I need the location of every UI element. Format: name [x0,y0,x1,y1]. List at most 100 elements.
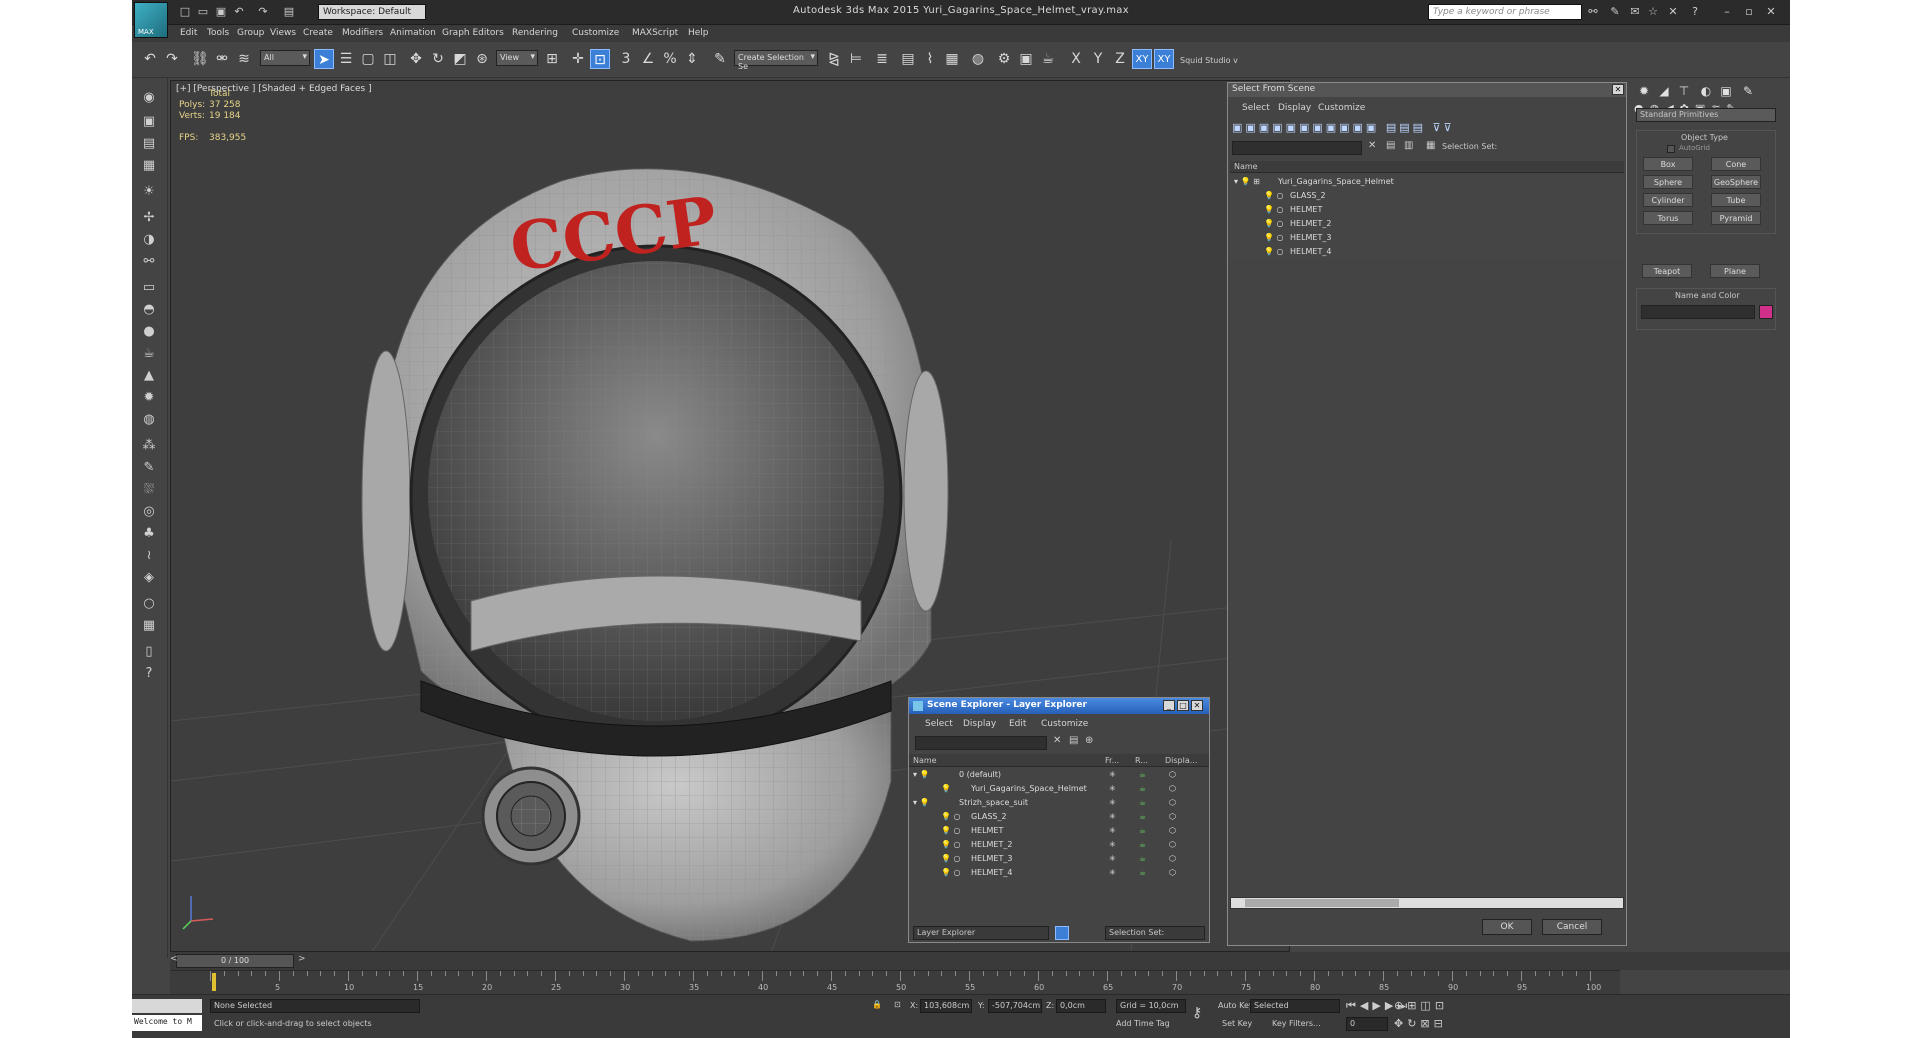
track-bar[interactable]: 5 10 15 20 25 30 35 40 45 50 55 60 65 70 75 80 85 90 95 100 [170,970,1620,994]
sun-light-icon[interactable]: ✹ [139,388,159,408]
maximize-icon[interactable]: ▫ [1742,5,1756,19]
axis-xy-cycle-button[interactable]: XY [1154,49,1174,69]
list-item[interactable]: 💡 ○ GLASS_2 ✳ ☕ ⬡ [909,810,1209,824]
teapot-button[interactable]: Teapot [1642,264,1692,278]
list-item[interactable]: 💡 ○ GLASS_2 [1230,189,1624,203]
le-menu-display[interactable]: Display [963,719,996,729]
render-setup-icon[interactable]: ⚙ [994,49,1014,69]
keyboard-shortcut-override-icon[interactable]: ⊡ [590,49,610,69]
sfs-menu-customize[interactable]: Customize [1318,103,1365,113]
system-icon[interactable]: ⚯ [139,252,159,272]
maxscript-listener-top[interactable] [132,999,202,1013]
menu-edit[interactable]: Edit [180,28,197,38]
next-frame-icon[interactable]: > [298,954,306,964]
tube-button[interactable]: Tube [1711,193,1761,207]
app-logo[interactable]: MAX [134,2,168,38]
object-color-swatch[interactable] [1759,305,1773,319]
menu-modifiers[interactable]: Modifiers [342,28,383,38]
viewport-nav-controls-2[interactable]: ✥↻⊠⊟ [1394,1017,1447,1030]
key-icon[interactable]: ⚷ [1192,1005,1202,1021]
absolute-mode-icon[interactable]: ⊡ [894,1000,901,1009]
sfs-title[interactable]: Select From Scene [1228,83,1626,97]
list-item[interactable]: 💡 ○ HELMET_2 [1230,217,1624,231]
rotate-icon[interactable]: ↻ [428,49,448,69]
binoculars-icon[interactable]: ⚯ [1586,5,1600,19]
material-editor-icon[interactable]: ◍ [968,49,988,69]
spacewarp-icon[interactable]: ◑ [139,230,159,250]
track-icon[interactable]: ▦ [139,156,159,176]
maximize-icon[interactable]: □ [1177,700,1189,711]
auto-key-button[interactable]: Auto Key [1218,1001,1254,1010]
le-selection-set-dropdown[interactable]: Selection Set: [1105,926,1205,940]
cone-button[interactable]: Cone [1711,157,1761,171]
prev-frame-icon[interactable]: < [170,954,178,964]
close-icon[interactable]: ✕ [1191,700,1203,711]
reference-coordinate-dropdown[interactable]: View [496,50,538,66]
undo-icon[interactable]: ↶ [232,5,246,19]
col-name[interactable]: Name [913,756,937,765]
add-time-tag[interactable]: Add Time Tag [1116,1019,1170,1028]
menu-help[interactable]: Help [688,28,709,38]
axis-xy-button[interactable]: XY [1132,49,1152,69]
help-icon[interactable]: ? [1688,5,1702,19]
col-freeze[interactable]: Fr... [1105,756,1119,765]
redo-icon[interactable]: ↷ [162,49,182,69]
axis-x-button[interactable]: X [1066,49,1086,69]
lock-icon[interactable]: 🔒 [872,1000,882,1009]
keyword-search-input[interactable]: Type a keyword or phrase [1428,4,1582,20]
minimize-icon[interactable]: – [1720,5,1734,19]
axis-z-button[interactable]: Z [1110,49,1130,69]
help-circle-icon[interactable]: ? [139,664,159,684]
mirror-icon[interactable]: ⧎ [824,49,844,69]
subscription-icon[interactable]: ✎ [1608,5,1622,19]
list-item[interactable]: ▾ 💡 0 (default) ✳ ☕ ⬡ [909,768,1209,782]
key-filters-button[interactable]: Key Filters... [1272,1019,1321,1028]
cylinder-button[interactable]: Cylinder [1643,193,1693,207]
le-menu-customize[interactable]: Customize [1041,719,1088,729]
new-file-icon[interactable]: □ [178,5,192,19]
layers-icon[interactable]: ▤ [139,134,159,154]
viewport-nav-controls[interactable]: ⊕⊞◫⊡ [1394,999,1448,1012]
light-bulb-icon[interactable]: ☀ [139,182,159,202]
particle-icon[interactable]: ⁂ [139,436,159,456]
select-by-name-icon[interactable]: ☰ [336,49,356,69]
selection-filter-dropdown[interactable]: All [260,50,310,66]
layer-explorer-icon[interactable]: ▤ [898,49,918,69]
col-render[interactable]: R... [1135,756,1148,765]
unlink-icon[interactable]: ⚮ [212,49,232,69]
link-icon[interactable]: ⛓ [190,49,210,69]
cancel-button[interactable]: Cancel [1542,919,1602,935]
clear-search-icon[interactable]: ✕ [1368,140,1376,151]
key-mode-dropdown[interactable]: Selected [1250,999,1340,1013]
close-icon[interactable]: ✕ [1612,84,1624,95]
le-menu-select[interactable]: Select [925,719,953,729]
hair-icon[interactable]: ≀ [139,546,159,566]
sphere-button[interactable]: Sphere [1643,175,1693,189]
z-coord-field[interactable]: 0,0cm [1056,999,1106,1013]
list-item[interactable]: 💡 ○ HELMET ✳ ☕ ⬡ [909,824,1209,838]
filter-icon[interactable]: ▤ [1386,140,1395,151]
sfs-filter-toolbar[interactable]: ▣▣▣▣▣▣▣▣▣▣▣ ▤▤▤ ⊽⊽ [1232,121,1532,137]
axis-y-button[interactable]: Y [1088,49,1108,69]
viewport-icon[interactable]: ◉ [139,88,159,108]
close-icon[interactable]: ✕ [1764,5,1778,19]
list-item[interactable]: 💡 ○ HELMET_2 ✳ ☕ ⬡ [909,838,1209,852]
cloth-icon[interactable]: ◈ [139,568,159,588]
time-slider[interactable]: 0 / 100 < > [170,952,1790,970]
exchange-icon[interactable]: ✕ [1666,5,1680,19]
workspace-dropdown[interactable]: Workspace: Default [318,4,426,20]
col-name[interactable]: Name [1234,162,1258,171]
rendered-frame-window-icon[interactable]: ▣ [1016,49,1036,69]
object-name-input[interactable] [1641,305,1755,319]
modify-tab-icon[interactable]: ◢ [1656,83,1672,99]
list-item[interactable]: ▾ 💡 Strizh_space_suit ✳ ☕ ⬡ [909,796,1209,810]
undo-icon[interactable]: ↶ [140,49,160,69]
render-icon[interactable]: ▣ [139,112,159,132]
sfs-menu-display[interactable]: Display [1278,103,1311,113]
layer-add-icon[interactable]: ⊕ [1085,735,1093,746]
hemisphere-icon[interactable]: ◓ [139,300,159,320]
list-item[interactable]: 💡 ○ HELMET_3 [1230,231,1624,245]
display-tab-icon[interactable]: ▣ [1718,83,1734,99]
script-icon[interactable]: ▯ [139,642,159,662]
motion-tab-icon[interactable]: ◐ [1698,83,1714,99]
